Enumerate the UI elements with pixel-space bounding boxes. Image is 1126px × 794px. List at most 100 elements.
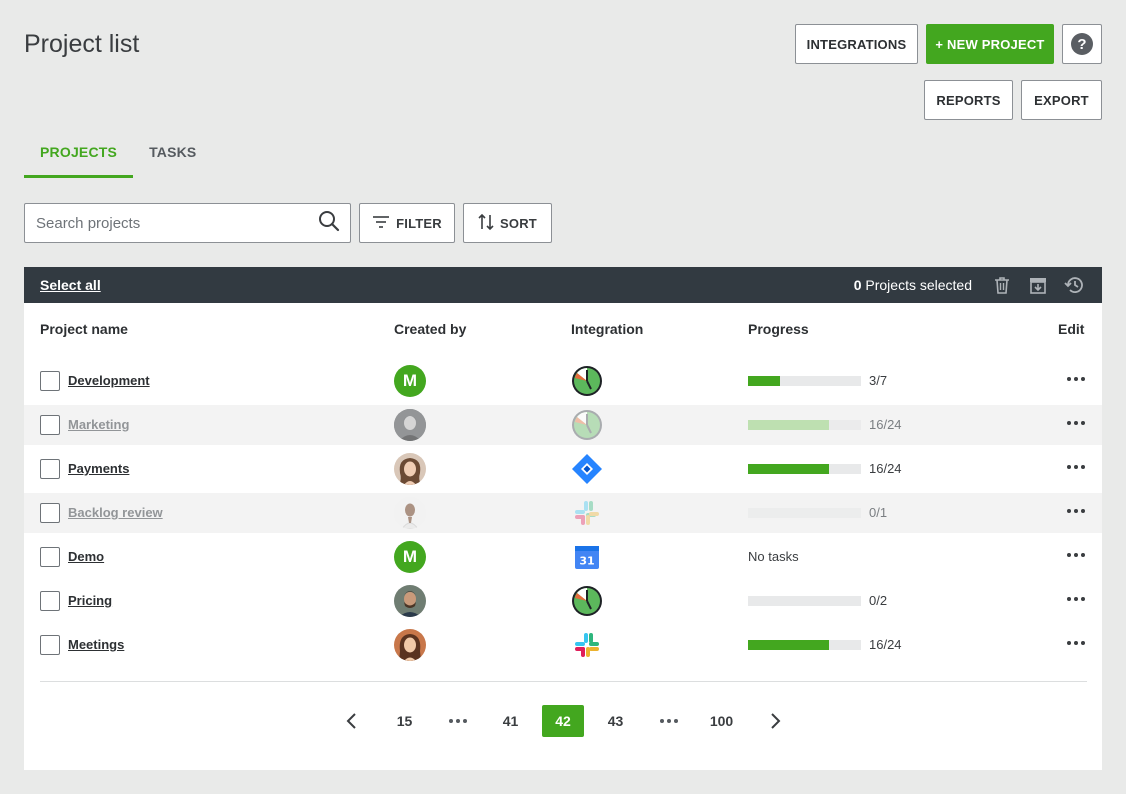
clock-icon bbox=[571, 585, 603, 617]
project-name-link[interactable]: Pricing bbox=[68, 593, 112, 608]
search-box bbox=[24, 203, 351, 243]
page-button[interactable]: 41 bbox=[484, 705, 537, 737]
chevron-left-icon bbox=[346, 713, 356, 729]
progress-ratio: 3/7 bbox=[869, 373, 888, 388]
tab-bar: PROJECTS TASKS bbox=[24, 138, 212, 178]
progress-fill bbox=[748, 464, 830, 474]
selection-count-label: Projects selected bbox=[861, 277, 972, 293]
pagination: 15 41 42 43 100 bbox=[24, 705, 1102, 737]
progress-ratio: 16/24 bbox=[869, 461, 902, 476]
export-button[interactable]: EXPORT bbox=[1021, 80, 1102, 120]
project-name-link[interactable]: Payments bbox=[68, 461, 129, 476]
more-options-icon[interactable] bbox=[1067, 465, 1085, 469]
page-button[interactable]: 15 bbox=[378, 705, 431, 737]
help-icon: ? bbox=[1071, 33, 1093, 55]
progress-ratio: 0/1 bbox=[869, 505, 888, 520]
row-checkbox[interactable] bbox=[40, 591, 60, 611]
table-row: Payments 16/24 bbox=[24, 449, 1102, 489]
progress-bar bbox=[748, 376, 861, 386]
progress-bar bbox=[748, 464, 861, 474]
sort-button[interactable]: SORT bbox=[463, 203, 552, 243]
more-options-icon[interactable] bbox=[1067, 553, 1085, 557]
trash-icon[interactable] bbox=[990, 273, 1014, 297]
filter-icon bbox=[372, 215, 390, 232]
reports-button[interactable]: REPORTS bbox=[924, 80, 1013, 120]
avatar bbox=[394, 453, 426, 485]
chevron-right-icon bbox=[770, 713, 780, 729]
progress-ratio: 16/24 bbox=[869, 637, 902, 652]
tab-tasks[interactable]: TASKS bbox=[133, 138, 212, 178]
table-row: Backlog review 0/1 bbox=[24, 493, 1102, 533]
project-name-link[interactable]: Development bbox=[68, 373, 150, 388]
project-name-link[interactable]: Meetings bbox=[68, 637, 124, 652]
help-button[interactable]: ? bbox=[1062, 24, 1102, 64]
tab-projects[interactable]: PROJECTS bbox=[24, 138, 134, 178]
more-options-icon[interactable] bbox=[1067, 377, 1085, 381]
avatar: M bbox=[394, 365, 426, 397]
progress-fill bbox=[748, 640, 830, 650]
avatar bbox=[394, 409, 426, 441]
clock-icon bbox=[571, 409, 603, 441]
row-checkbox[interactable] bbox=[40, 547, 60, 567]
selection-bar: Select all 0 Projects selected bbox=[24, 267, 1102, 303]
projects-card: Select all 0 Projects selected Project n… bbox=[24, 267, 1102, 770]
table-header: Project name Created by Integration Prog… bbox=[24, 303, 1102, 353]
column-integration[interactable]: Integration bbox=[571, 321, 643, 337]
sort-label: SORT bbox=[500, 215, 537, 231]
column-edit: Edit bbox=[1058, 321, 1085, 337]
calendar-icon: 31 bbox=[571, 541, 603, 573]
next-page-button[interactable] bbox=[748, 705, 801, 737]
select-all-link[interactable]: Select all bbox=[40, 277, 101, 293]
slack-icon bbox=[571, 629, 603, 661]
filter-label: FILTER bbox=[396, 215, 442, 231]
divider bbox=[40, 681, 1087, 682]
row-checkbox[interactable] bbox=[40, 415, 60, 435]
column-created-by[interactable]: Created by bbox=[394, 321, 466, 337]
page-button[interactable]: 100 bbox=[695, 705, 748, 737]
progress-ratio: 0/2 bbox=[869, 593, 888, 608]
column-progress[interactable]: Progress bbox=[748, 321, 809, 337]
prev-page-button[interactable] bbox=[325, 705, 378, 737]
search-icon[interactable] bbox=[318, 210, 340, 237]
sort-icon bbox=[478, 213, 494, 234]
history-icon[interactable] bbox=[1062, 273, 1086, 297]
column-project-name[interactable]: Project name bbox=[40, 321, 128, 337]
new-project-button[interactable]: + NEW PROJECT bbox=[926, 24, 1054, 64]
avatar bbox=[394, 497, 426, 529]
avatar bbox=[394, 585, 426, 617]
selection-count-number: 0 bbox=[853, 277, 862, 293]
avatar bbox=[394, 629, 426, 661]
table-row: Development M 3/7 bbox=[24, 361, 1102, 401]
more-options-icon[interactable] bbox=[1067, 421, 1085, 425]
row-checkbox[interactable] bbox=[40, 503, 60, 523]
avatar: M bbox=[394, 541, 426, 573]
project-name-link[interactable]: Backlog review bbox=[68, 505, 163, 520]
progress-ratio: 16/24 bbox=[869, 417, 902, 432]
current-page-button[interactable]: 42 bbox=[542, 705, 584, 737]
project-name-link[interactable]: Demo bbox=[68, 549, 104, 564]
progress-bar bbox=[748, 508, 861, 518]
more-options-icon[interactable] bbox=[1067, 509, 1085, 513]
archive-icon[interactable] bbox=[1026, 273, 1050, 297]
more-options-icon[interactable] bbox=[1067, 597, 1085, 601]
row-checkbox[interactable] bbox=[40, 459, 60, 479]
clock-icon bbox=[571, 365, 603, 397]
page-title: Project list bbox=[24, 30, 140, 58]
row-checkbox[interactable] bbox=[40, 371, 60, 391]
progress-bar bbox=[748, 640, 861, 650]
progress-bar bbox=[748, 596, 861, 606]
more-options-icon[interactable] bbox=[1067, 641, 1085, 645]
progress-fill bbox=[748, 420, 830, 430]
progress-fill bbox=[748, 376, 780, 386]
no-tasks-label: No tasks bbox=[748, 549, 799, 564]
ellipsis-icon bbox=[431, 705, 484, 737]
table-row: Meetings 16/24 bbox=[24, 625, 1102, 665]
search-input[interactable] bbox=[36, 214, 318, 232]
slack-icon bbox=[571, 497, 603, 529]
table-row: Demo M 31 No tasks bbox=[24, 537, 1102, 577]
filter-button[interactable]: FILTER bbox=[359, 203, 455, 243]
project-name-link[interactable]: Marketing bbox=[68, 417, 129, 432]
row-checkbox[interactable] bbox=[40, 635, 60, 655]
page-button[interactable]: 43 bbox=[589, 705, 642, 737]
integrations-button[interactable]: INTEGRATIONS bbox=[795, 24, 918, 64]
